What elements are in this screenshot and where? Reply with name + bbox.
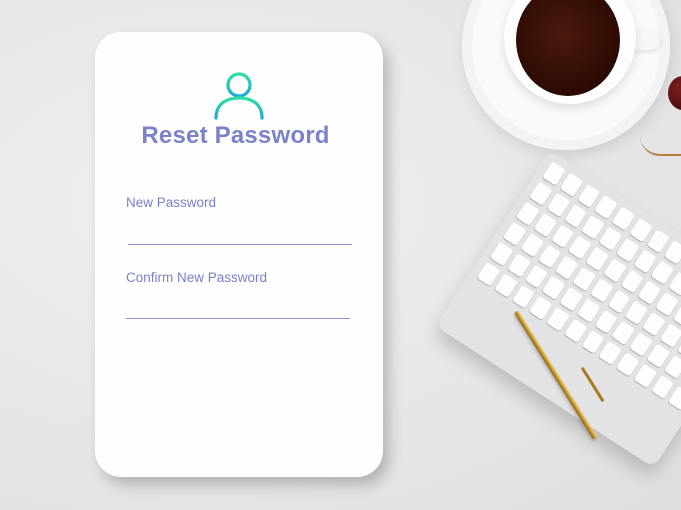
keyboard-key [559, 286, 583, 312]
keyboard-key [629, 217, 653, 243]
confirm-password-field[interactable] [126, 292, 350, 319]
keyboard-key [585, 246, 610, 272]
keyboard-key [663, 240, 681, 265]
keyboard-key [628, 331, 653, 357]
keyboard-key [615, 352, 640, 377]
keyboard-key [494, 273, 518, 298]
new-password-label: New Password [126, 195, 217, 210]
keyboard-key [476, 261, 501, 287]
keyboard-key [598, 226, 623, 251]
keyboard-key [533, 212, 557, 238]
keyboard-key [668, 386, 681, 411]
confirm-password-label: Confirm New Password [126, 270, 268, 285]
keyboard-key [602, 257, 627, 283]
keyboard-key [589, 277, 614, 303]
keyboard-key [528, 181, 553, 206]
keyboard-key [611, 206, 636, 231]
keyboard-key [572, 266, 596, 292]
keyboard-key [542, 161, 566, 186]
keyboard-key [563, 318, 588, 343]
page-title: Reset Password [141, 122, 330, 149]
keyboard-key [615, 237, 640, 263]
keyboard-key [659, 323, 681, 348]
keyboard-key [520, 232, 544, 258]
keyboard-key [642, 311, 666, 337]
keyboard-key [646, 343, 670, 368]
keyboard-key [489, 241, 514, 267]
keyboard-key [576, 298, 601, 323]
keyboard-key [507, 252, 531, 278]
keyboard-key [559, 172, 583, 197]
keyboard-key [546, 192, 570, 218]
keyboard-key [663, 354, 681, 380]
keyboard-key [502, 221, 527, 246]
keyboard-key [515, 201, 540, 226]
user-icon [214, 72, 264, 120]
keyboard-key [655, 291, 679, 317]
keyboard-key [546, 306, 570, 332]
reset-password-card: Reset Password New Password Confirm New … [95, 32, 383, 477]
keyboard-key [633, 363, 657, 388]
new-password-field[interactable] [128, 218, 352, 245]
